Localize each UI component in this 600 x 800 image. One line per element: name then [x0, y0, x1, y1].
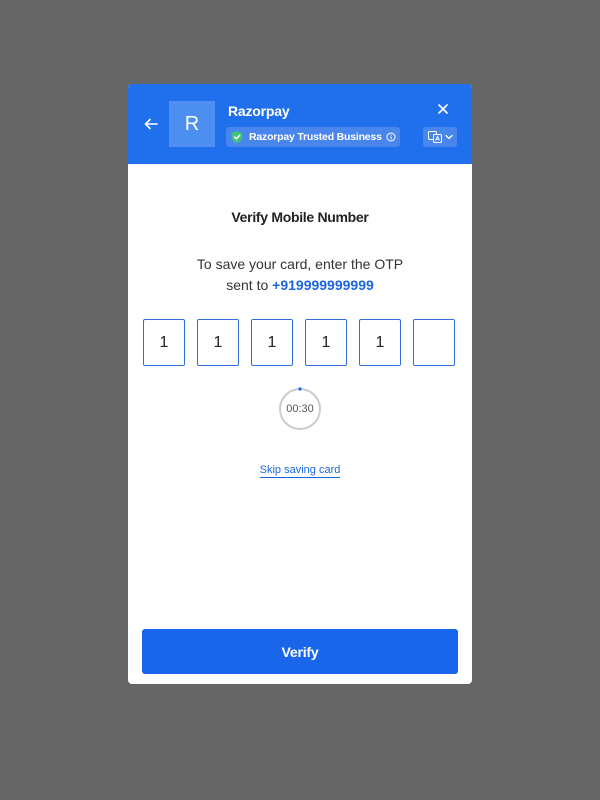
otp-input-group: 1 1 1 1 1 — [143, 319, 455, 367]
otp-digit-6[interactable] — [413, 319, 455, 366]
back-button[interactable] — [140, 113, 162, 135]
otp-digit-2[interactable]: 1 — [197, 319, 239, 366]
verify-button[interactable]: Verify — [142, 629, 458, 674]
otp-digit-5[interactable]: 1 — [359, 319, 401, 366]
resend-timer: 00:30 — [278, 387, 322, 431]
merchant-logo: R — [169, 101, 215, 147]
description-line-2: sent to +919999999999 — [168, 275, 432, 296]
otp-digit-4[interactable]: 1 — [305, 319, 347, 366]
checkout-modal: R Razorpay Razorpay Trusted Business Ver… — [128, 84, 472, 684]
close-icon — [438, 104, 448, 114]
close-button[interactable] — [435, 101, 451, 117]
otp-digit-3[interactable]: 1 — [251, 319, 293, 366]
skip-saving-card-container: Skip saving card — [128, 460, 472, 478]
translate-icon — [427, 131, 442, 143]
trust-badge-label: Razorpay Trusted Business — [249, 131, 382, 143]
skip-saving-card-link[interactable]: Skip saving card — [259, 464, 341, 478]
phone-number: +919999999999 — [272, 277, 374, 293]
shield-check-icon — [230, 130, 244, 144]
modal-header: R Razorpay Razorpay Trusted Business — [128, 84, 472, 164]
info-icon[interactable] — [386, 132, 396, 142]
otp-description: To save your card, enter the OTP sent to… — [168, 254, 432, 296]
timer-text: 00:30 — [286, 403, 314, 415]
chevron-down-icon — [444, 134, 453, 140]
otp-digit-1[interactable]: 1 — [143, 319, 185, 366]
merchant-name: Razorpay — [228, 103, 290, 119]
page-title: Verify Mobile Number — [231, 209, 369, 225]
language-selector[interactable] — [423, 127, 457, 147]
description-line-1: To save your card, enter the OTP — [196, 256, 404, 272]
arrow-left-icon — [144, 118, 158, 130]
description-prefix: sent to — [226, 277, 273, 293]
trusted-business-badge[interactable]: Razorpay Trusted Business — [226, 127, 400, 147]
